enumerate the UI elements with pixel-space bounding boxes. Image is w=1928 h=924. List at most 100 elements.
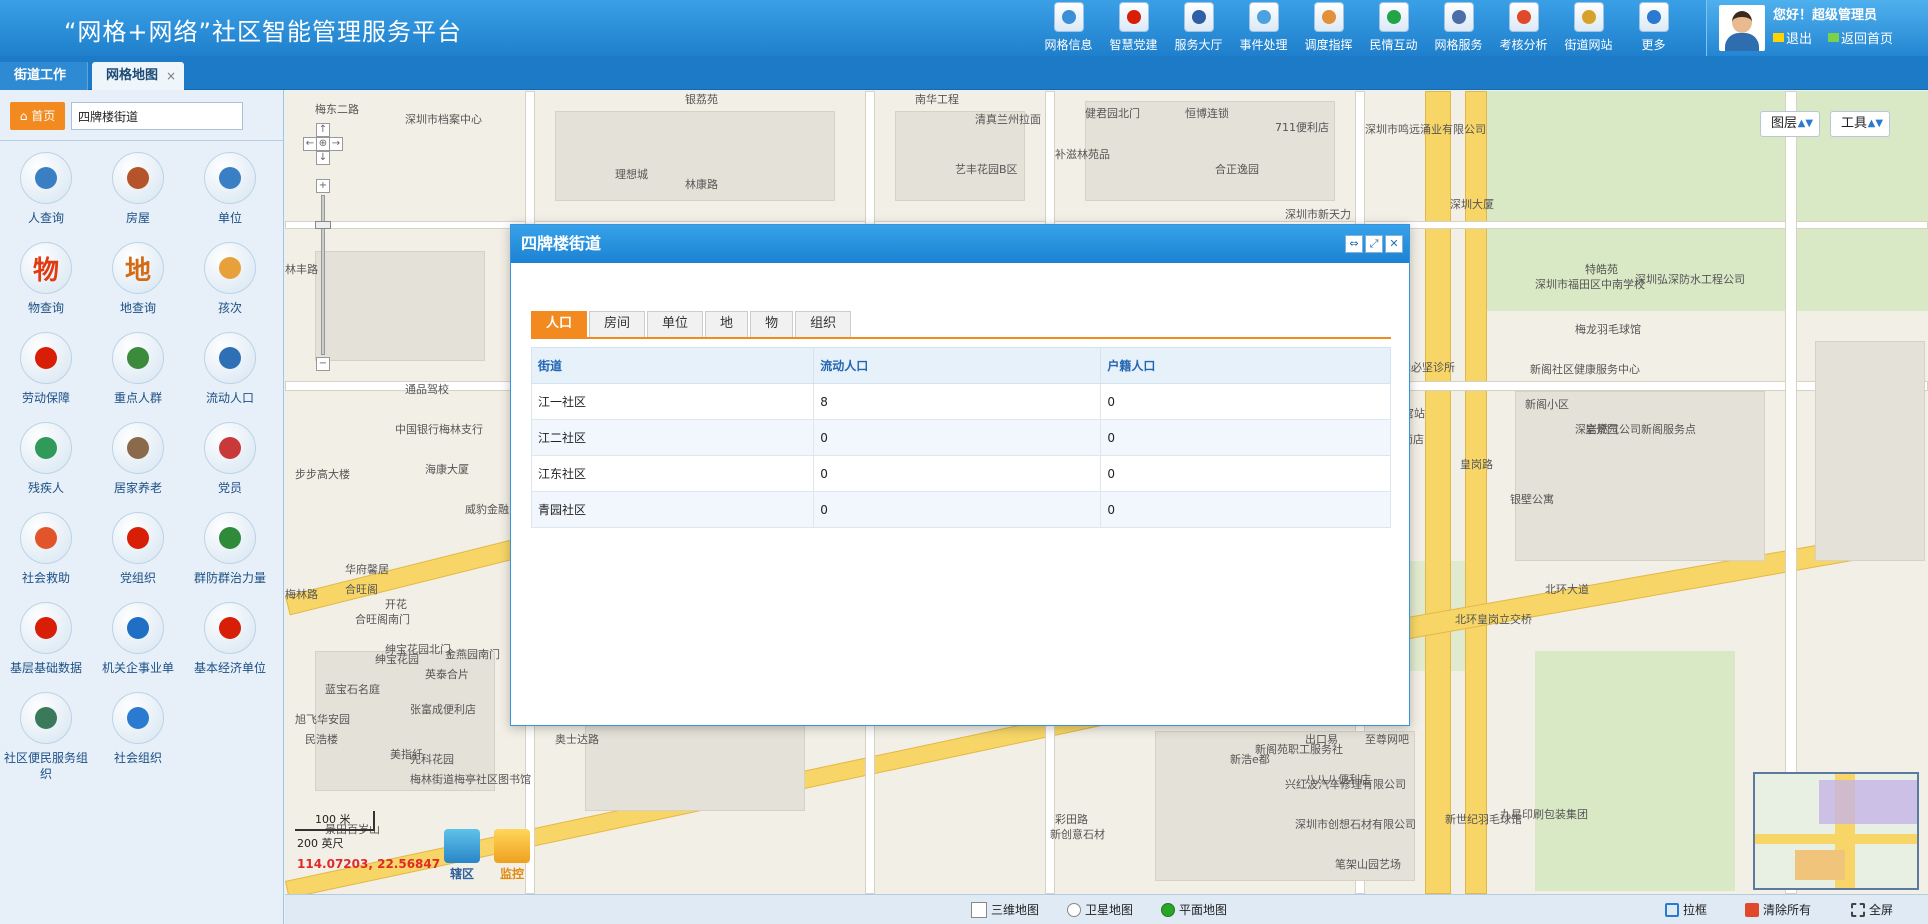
nav-item-5[interactable]: 民情互动 bbox=[1361, 0, 1426, 56]
sidebar-item-14[interactable]: 群防群治力量 bbox=[184, 512, 276, 596]
map-label: 威豹金融 bbox=[465, 503, 509, 516]
sidebar-item-10[interactable]: 居家养老 bbox=[92, 422, 184, 506]
pan-reset-button[interactable]: ⊕ bbox=[316, 137, 330, 151]
nav-item-3[interactable]: 事件处理 bbox=[1231, 0, 1296, 56]
pan-left-button[interactable]: ← bbox=[303, 137, 317, 151]
coordinate-readout: 114.07203, 22.56847 bbox=[297, 857, 441, 871]
box-select-icon bbox=[1665, 902, 1679, 917]
column-header[interactable]: 流动人口 bbox=[813, 347, 1102, 384]
map-label: 深圳弘深防水工程公司 bbox=[1635, 273, 1745, 286]
maximize-icon[interactable]: ⤢ bbox=[1365, 235, 1383, 253]
nav-item-9[interactable]: 更多 bbox=[1621, 0, 1686, 56]
nav-item-7[interactable]: 考核分析 bbox=[1491, 0, 1556, 56]
sidebar-item-9[interactable]: 残疾人 bbox=[0, 422, 92, 506]
sidebar-item-8[interactable]: 流动人口 bbox=[184, 332, 276, 416]
sidebar-item-5[interactable]: 孩次 bbox=[184, 242, 276, 326]
grid-service-icon bbox=[1443, 2, 1474, 32]
dialog-tab-5[interactable]: 组织 bbox=[795, 311, 852, 337]
map-label: 新阁小区 bbox=[1525, 398, 1569, 411]
dialog-tabs: 人口 房间 单位地物组织 bbox=[531, 311, 1391, 339]
map-label: 张富成便利店 bbox=[410, 703, 476, 716]
sidebar-item-1[interactable]: 房屋 bbox=[92, 152, 184, 236]
map-label: 深圳市档案中心 bbox=[405, 113, 482, 126]
dialog-tab-0[interactable]: 人口 bbox=[531, 311, 588, 337]
map-label: 出口易 bbox=[1305, 733, 1338, 746]
district-button[interactable]: 辖区 bbox=[437, 829, 487, 882]
sidebar-item-3[interactable]: 物物查询 bbox=[0, 242, 92, 326]
tool-button[interactable]: 工具 ▲▼ bbox=[1830, 111, 1891, 137]
location-input[interactable] bbox=[71, 102, 243, 130]
map-label: 艺丰花园B区 bbox=[955, 163, 1018, 176]
dialog-tab-1[interactable]: 房间 bbox=[589, 311, 646, 337]
layer-button[interactable]: 图层 ▲▼ bbox=[1760, 111, 1821, 137]
sidebar-item-13[interactable]: 党组织 bbox=[92, 512, 184, 596]
map-label: 兴红波汽车修理有限公司 bbox=[1285, 778, 1406, 791]
pan-right-button[interactable]: → bbox=[329, 137, 343, 151]
flat-map-option[interactable]: 平面地图 bbox=[1161, 901, 1227, 918]
sidebar-item-2[interactable]: 单位 bbox=[184, 152, 276, 236]
map-label: 美指纤 bbox=[390, 748, 423, 761]
chevron-down-icon: ▲▼ bbox=[1797, 118, 1814, 129]
nav-item-2[interactable]: 服务大厅 bbox=[1166, 0, 1231, 56]
close-icon[interactable]: × bbox=[166, 62, 176, 90]
dialog-tab-4[interactable]: 物 bbox=[750, 311, 794, 337]
nav-item-6[interactable]: 网格服务 bbox=[1426, 0, 1491, 56]
map-label: 彩田路 bbox=[1055, 813, 1088, 826]
close-icon[interactable]: ✕ bbox=[1385, 235, 1403, 253]
divider bbox=[0, 140, 284, 141]
overview-minimap[interactable] bbox=[1753, 772, 1919, 890]
sidebar-item-15[interactable]: 基层基础数据 bbox=[0, 602, 92, 686]
zoom-in-button[interactable]: + bbox=[316, 179, 330, 193]
dialog-tab-3[interactable]: 地 bbox=[705, 311, 749, 337]
home-button[interactable]: ⌂ 首页 bbox=[10, 102, 65, 130]
map-label: 新阁社区健康服务中心 bbox=[1530, 363, 1640, 376]
column-header[interactable]: 街道 bbox=[530, 347, 815, 384]
logout-link[interactable]: 退出 bbox=[1773, 28, 1812, 47]
party-member-icon bbox=[204, 422, 256, 474]
more-grid-icon bbox=[1638, 2, 1669, 32]
nav-item-1[interactable]: 智慧党建 bbox=[1101, 0, 1166, 56]
zoom-bar[interactable] bbox=[321, 195, 325, 355]
elderly-icon bbox=[112, 422, 164, 474]
table-row[interactable]: 江一社区 8 0 bbox=[530, 383, 1391, 420]
table-row[interactable]: 青园社区 0 0 bbox=[530, 491, 1391, 528]
nav-item-8[interactable]: 街道网站 bbox=[1556, 0, 1621, 56]
fullscreen-tool[interactable]: 全屏 bbox=[1851, 901, 1893, 918]
restore-icon[interactable]: ⇔ bbox=[1345, 235, 1363, 253]
clear-all-tool[interactable]: 清除所有 bbox=[1745, 901, 1811, 918]
sidebar-item-19[interactable]: 社会组织 bbox=[92, 692, 184, 776]
map-label: 蓝宝石名庭 bbox=[325, 683, 380, 696]
chevron-down-icon: ▲▼ bbox=[1867, 118, 1884, 129]
sidebar-item-0[interactable]: 人查询 bbox=[0, 152, 92, 236]
tab-grid-map[interactable]: 网格地图 × bbox=[92, 62, 184, 90]
table-row[interactable]: 江二社区 0 0 bbox=[530, 419, 1391, 456]
3d-map-option[interactable]: 三维地图 bbox=[971, 901, 1039, 918]
zoom-slider-handle[interactable] bbox=[315, 221, 331, 229]
zoom-out-button[interactable]: − bbox=[316, 357, 330, 371]
pan-down-button[interactable]: ↓ bbox=[316, 151, 330, 165]
sidebar-item-4[interactable]: 地地查询 bbox=[92, 242, 184, 326]
nav-item-0[interactable]: 网格信息 bbox=[1036, 0, 1101, 56]
function-grid: 人查询 房屋 单位物物查询地地查询 孩次劳动保障 重点人群 流动人口残疾人 居家养老 党员社会… bbox=[0, 152, 284, 781]
nav-item-4[interactable]: 调度指挥 bbox=[1296, 0, 1361, 56]
tab-street-workbench[interactable]: 街道工作台 bbox=[0, 62, 88, 111]
sidebar-item-16[interactable]: 机关企事业单 bbox=[92, 602, 184, 686]
sidebar-item-12[interactable]: 社会救助 bbox=[0, 512, 92, 596]
sidebar-item-17[interactable]: 基本经济单位 bbox=[184, 602, 276, 686]
dialog-tab-2[interactable]: 单位 bbox=[647, 311, 704, 337]
table-row[interactable]: 江东社区 0 0 bbox=[530, 455, 1391, 492]
satellite-map-option[interactable]: 卫星地图 bbox=[1067, 901, 1133, 918]
header: “网格+网络”社区智能管理服务平台 网格信息 智慧党建 服务大厅 事件处理 调度指挥 民情… bbox=[0, 0, 1928, 56]
return-home-link[interactable]: 返回首页 bbox=[1828, 28, 1893, 47]
box-select-tool[interactable]: 拉框 bbox=[1665, 901, 1707, 918]
column-header[interactable]: 户籍人口 bbox=[1100, 347, 1391, 384]
sidebar-item-7[interactable]: 重点人群 bbox=[92, 332, 184, 416]
sidebar-item-6[interactable]: 劳动保障 bbox=[0, 332, 92, 416]
return-arrow-icon bbox=[1828, 33, 1840, 42]
sidebar-item-18[interactable]: 社区便民服务组织 bbox=[0, 692, 92, 781]
table-cell: 0 bbox=[813, 491, 1102, 528]
sidebar-item-11[interactable]: 党员 bbox=[184, 422, 276, 506]
radio-icon bbox=[1067, 902, 1081, 917]
pan-up-button[interactable]: ↑ bbox=[316, 123, 330, 137]
monitor-button[interactable]: 监控 bbox=[487, 829, 537, 882]
